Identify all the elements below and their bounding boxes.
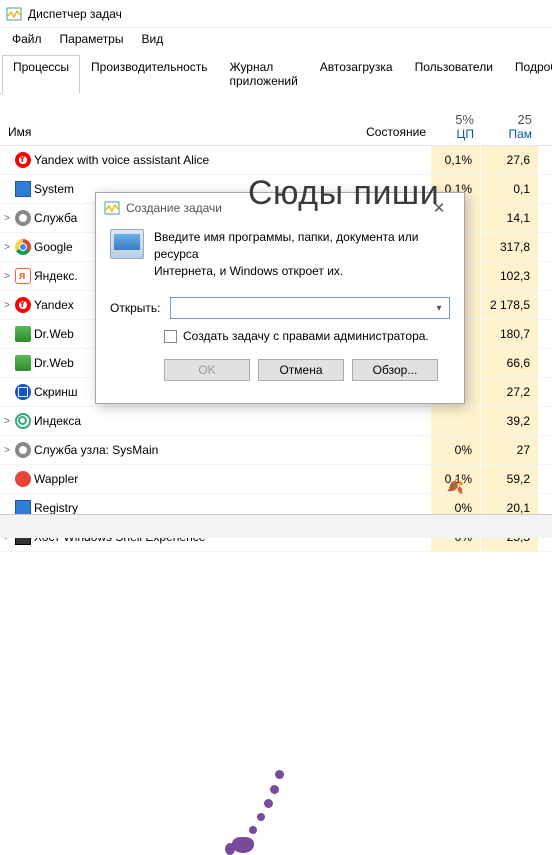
expand-icon[interactable]: >: [0, 445, 14, 456]
header-cpu-label: ЦП: [430, 127, 474, 141]
status-bar: [0, 514, 552, 538]
process-icon: [14, 210, 32, 226]
process-icon: [14, 442, 32, 458]
dialog-title: Создание задачи: [126, 201, 416, 215]
mem-cell: 27,2: [480, 378, 538, 406]
mem-cell: 39,2: [480, 407, 538, 435]
tab-app-history[interactable]: Журнал приложений: [219, 55, 309, 94]
header-status[interactable]: Состояние: [320, 112, 430, 145]
dialog-description: Введите имя программы, папки, документа …: [154, 229, 450, 279]
task-manager-icon: [6, 6, 22, 22]
open-combobox[interactable]: ▾: [170, 297, 450, 319]
process-icon: [14, 239, 32, 255]
window-title: Диспетчер задач: [28, 7, 122, 21]
admin-checkbox[interactable]: [164, 330, 177, 343]
process-icon: [14, 297, 32, 313]
menu-options[interactable]: Параметры: [52, 30, 132, 48]
table-row[interactable]: > Служба узла: SysMain 0%27: [0, 436, 552, 465]
dialog-desc-line1: Введите имя программы, папки, документа …: [154, 230, 418, 261]
header-cpu-pct: 5%: [430, 112, 474, 127]
efficiency-leaf-icon: 🍂: [447, 478, 464, 495]
mem-cell: 2 178,5: [480, 291, 538, 319]
expand-icon[interactable]: >: [0, 416, 14, 427]
mem-cell: 0,1: [480, 175, 538, 203]
process-icon: [14, 471, 32, 487]
menu-view[interactable]: Вид: [133, 30, 171, 48]
tab-users[interactable]: Пользователи: [404, 55, 504, 94]
process-name: Registry: [32, 501, 320, 515]
expand-icon[interactable]: >: [0, 271, 14, 282]
browse-button[interactable]: Обзор...: [352, 359, 438, 381]
open-label: Открыть:: [110, 301, 160, 315]
expand-icon[interactable]: >: [0, 300, 14, 311]
table-row[interactable]: > Индекса 39,2: [0, 407, 552, 436]
mem-cell: 317,8: [480, 233, 538, 261]
tab-strip: Процессы Производительность Журнал прило…: [0, 54, 552, 94]
expand-icon[interactable]: >: [0, 242, 14, 253]
dialog-titlebar: Создание задачи ✕: [96, 193, 464, 223]
cancel-button[interactable]: Отмена: [258, 359, 344, 381]
header-cpu[interactable]: 5% ЦП: [430, 112, 480, 145]
process-icon: [14, 355, 32, 371]
ok-button[interactable]: OK: [164, 359, 250, 381]
expand-icon[interactable]: >: [0, 213, 14, 224]
tab-details[interactable]: Подроб: [504, 55, 552, 94]
mem-cell: 66,6: [480, 349, 538, 377]
chevron-down-icon[interactable]: ▾: [431, 303, 447, 314]
process-icon: [14, 326, 32, 342]
mem-cell: 14,1: [480, 204, 538, 232]
create-task-dialog: Создание задачи ✕ Введите имя программы,…: [95, 192, 465, 404]
process-name: Служба узла: SysMain: [32, 443, 320, 457]
header-name[interactable]: Имя: [0, 112, 320, 145]
titlebar: Диспетчер задач: [0, 0, 552, 28]
process-icon: [14, 268, 32, 284]
process-name: Wappler: [32, 472, 320, 486]
table-row[interactable]: Yandex with voice assistant Alice 0,1%27,…: [0, 146, 552, 175]
process-icon: [14, 181, 32, 197]
close-icon: ✕: [433, 199, 446, 217]
process-name: Yandex with voice assistant Alice: [32, 153, 320, 167]
mem-cell: 27: [480, 436, 538, 464]
mem-cell: 180,7: [480, 320, 538, 348]
dialog-desc-line2: Интернета, и Windows откроет их.: [154, 264, 343, 278]
cpu-cell: 0%: [430, 436, 480, 464]
dialog-icon: [104, 200, 120, 216]
run-icon: [110, 229, 144, 259]
open-input[interactable]: [173, 299, 431, 317]
process-icon: [14, 413, 32, 429]
header-mem-label: Пам: [480, 127, 532, 141]
admin-label: Создать задачу с правами администратора.: [183, 329, 429, 343]
process-icon: [14, 152, 32, 168]
mem-cell: 59,2: [480, 465, 538, 493]
cpu-cell: [430, 407, 480, 435]
tab-performance[interactable]: Производительность: [80, 55, 218, 94]
tab-startup[interactable]: Автозагрузка: [309, 55, 404, 94]
menubar: Файл Параметры Вид: [0, 28, 552, 50]
column-headers: Имя Состояние 5% ЦП 25 Пам: [0, 112, 552, 146]
cpu-cell: 0,1%: [430, 146, 480, 174]
table-row[interactable]: Wappler0,1%59,2: [0, 465, 552, 494]
mem-cell: 102,3: [480, 262, 538, 290]
mem-cell: 27,6: [480, 146, 538, 174]
tab-processes[interactable]: Процессы: [2, 55, 80, 94]
dialog-close-button[interactable]: ✕: [422, 197, 456, 219]
menu-file[interactable]: Файл: [4, 30, 50, 48]
header-mem-pct: 25: [480, 112, 532, 127]
header-mem[interactable]: 25 Пам: [480, 112, 538, 145]
process-name: Индекса: [32, 414, 320, 428]
process-icon: [14, 384, 32, 400]
